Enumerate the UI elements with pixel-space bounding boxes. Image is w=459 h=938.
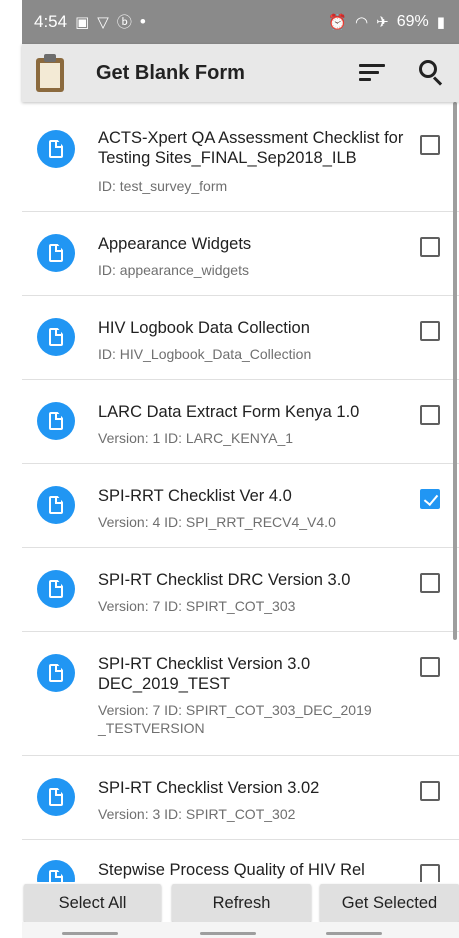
form-document-icon [37, 486, 75, 524]
form-title: Stepwise Process Quality of HIV Rel [98, 861, 365, 879]
form-document-icon [37, 654, 75, 692]
list-item[interactable]: HIV Logbook Data Collection ID: HIV_Logb… [22, 296, 459, 380]
status-dot: • [139, 12, 146, 31]
sort-icon[interactable] [359, 62, 385, 84]
search-icon[interactable] [419, 60, 445, 86]
list-item[interactable]: SPI-RT Checklist Version 3.02 Version: 3… [22, 756, 459, 840]
form-document-icon [37, 860, 75, 882]
alarm-icon: ⏰ [328, 13, 348, 31]
form-subtitle: ID: HIV_Logbook_Data_Collection [98, 346, 312, 362]
system-nav-bar [22, 922, 459, 938]
scrollbar[interactable] [453, 102, 457, 640]
form-checkbox[interactable] [420, 573, 440, 593]
form-checkbox[interactable] [420, 237, 440, 257]
form-subtitle: Version: 1 ID: LARC_KENYA_1 [98, 430, 294, 446]
list-item[interactable]: Stepwise Process Quality of HIV Rel [22, 840, 459, 882]
form-subtitle: Version: 7 ID: SPIRT_COT_303_DEC_2019 _T… [98, 702, 372, 736]
form-title: Appearance Widgets [98, 235, 252, 253]
status-time: 4:54 [34, 12, 68, 31]
form-title: LARC Data Extract Form Kenya 1.0 [98, 403, 360, 421]
form-subtitle: Version: 4 ID: SPI_RRT_RECV4_V4.0 [98, 514, 336, 530]
list-item[interactable]: SPI-RRT Checklist Ver 4.0 Version: 4 ID:… [22, 464, 459, 548]
form-title: SPI-RT Checklist Version 3.0 DEC_2019_TE… [98, 655, 311, 693]
wifi-icon: ◠ [355, 13, 369, 31]
shield-icon: ▽ [97, 13, 109, 31]
list-item[interactable]: ACTS-Xpert QA Assessment Checklist for T… [22, 102, 459, 212]
form-checkbox[interactable] [420, 405, 440, 425]
form-checkbox-checked[interactable] [420, 489, 440, 509]
select-all-button[interactable]: Select All [24, 884, 161, 922]
list-item[interactable]: Appearance Widgets ID: appearance_widget… [22, 212, 459, 296]
list-item[interactable]: SPI-RT Checklist Version 3.0 DEC_2019_TE… [22, 632, 459, 756]
form-list[interactable]: ACTS-Xpert QA Assessment Checklist for T… [22, 102, 459, 882]
form-checkbox[interactable] [420, 135, 440, 155]
refresh-button[interactable]: Refresh [172, 884, 311, 922]
form-document-icon [37, 130, 75, 168]
form-title: ACTS-Xpert QA Assessment Checklist for T… [98, 129, 404, 167]
form-subtitle: Version: 3 ID: SPIRT_COT_302 [98, 806, 296, 822]
form-checkbox[interactable] [420, 864, 440, 882]
action-button-bar: Select All Refresh Get Selected [22, 882, 459, 922]
page-title: Get Blank Form [96, 61, 245, 84]
form-checkbox[interactable] [420, 781, 440, 801]
form-subtitle: ID: appearance_widgets [98, 262, 249, 278]
battery-icon: ▮ [436, 13, 445, 31]
nav-home-indicator[interactable] [200, 932, 256, 935]
form-checkbox[interactable] [420, 321, 440, 341]
form-document-icon [37, 778, 75, 816]
form-document-icon [37, 570, 75, 608]
airplane-icon: ✈ [376, 13, 389, 31]
form-title: SPI-RRT Checklist Ver 4.0 [98, 487, 292, 505]
form-title: SPI-RT Checklist DRC Version 3.0 [98, 571, 351, 589]
nav-recents-indicator[interactable] [62, 932, 118, 935]
form-checkbox[interactable] [420, 657, 440, 677]
app-bar: Get Blank Form [22, 44, 459, 102]
battery-percent: 69% [396, 13, 429, 30]
clipboard-icon [34, 54, 66, 92]
form-subtitle: Version: 7 ID: SPIRT_COT_303 [98, 598, 296, 614]
form-document-icon [37, 318, 75, 356]
list-item[interactable]: SPI-RT Checklist DRC Version 3.0 Version… [22, 548, 459, 632]
form-subtitle: ID: test_survey_form [98, 178, 228, 194]
list-item[interactable]: LARC Data Extract Form Kenya 1.0 Version… [22, 380, 459, 464]
form-title: SPI-RT Checklist Version 3.02 [98, 779, 320, 797]
form-document-icon [37, 234, 75, 272]
form-title: HIV Logbook Data Collection [98, 319, 310, 337]
nav-back-indicator[interactable] [326, 932, 382, 935]
circle-b-icon: ⓑ [116, 13, 132, 31]
status-bar: 4:54 ▣ ▽ ⓑ • ⏰ ◠ ✈ 69% ▮ [22, 0, 459, 44]
form-document-icon [37, 402, 75, 440]
get-selected-button[interactable]: Get Selected [320, 884, 459, 922]
image-icon: ▣ [75, 13, 90, 31]
